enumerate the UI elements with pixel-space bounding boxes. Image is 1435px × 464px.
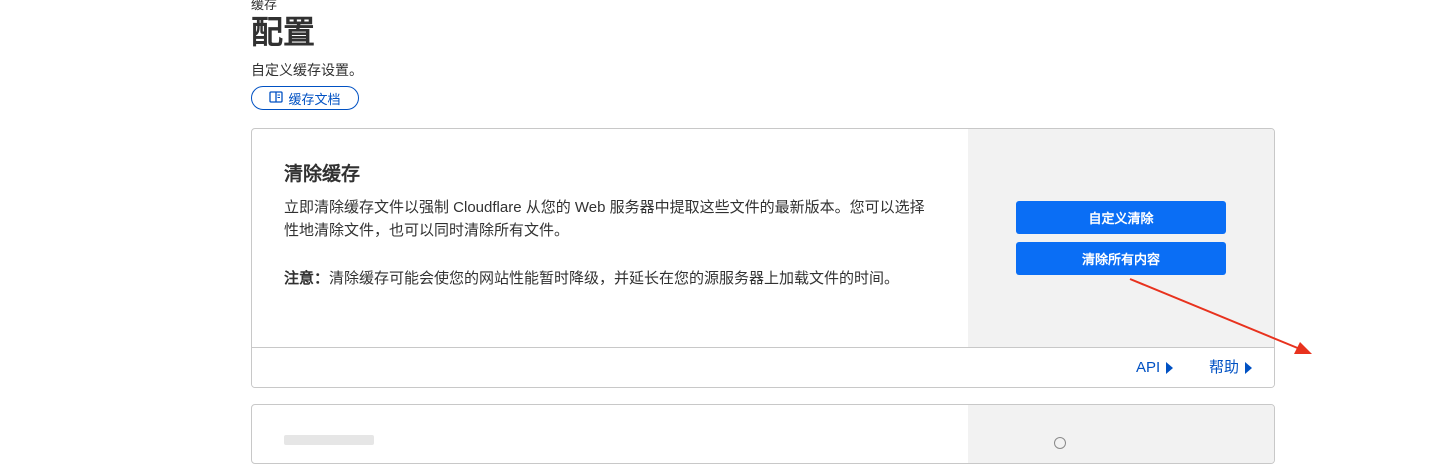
next-settings-card	[251, 404, 1275, 464]
purge-card-footer: API 帮助	[252, 347, 1274, 387]
help-link-label: 帮助	[1209, 359, 1240, 376]
help-link[interactable]: 帮助	[1209, 358, 1253, 378]
custom-purge-button[interactable]: 自定义清除	[1016, 201, 1226, 234]
note-label: 注意：	[284, 270, 330, 287]
purge-everything-button[interactable]: 清除所有内容	[1016, 242, 1226, 275]
next-card-title-cutoff	[284, 435, 374, 445]
caret-right-icon	[1166, 362, 1174, 374]
book-icon	[269, 90, 284, 106]
purge-cache-description: 立即清除缓存文件以强制 Cloudflare 从您的 Web 服务器中提取这些文…	[284, 199, 925, 239]
note-text: 清除缓存可能会使您的网站性能暂时降级，并延长在您的源服务器上加载文件的时间。	[329, 270, 900, 287]
cache-docs-button[interactable]: 缓存文档	[251, 86, 359, 110]
purge-cache-note: 注意：清除缓存可能会使您的网站性能暂时降级，并延长在您的源服务器上加载文件的时间…	[284, 267, 934, 290]
purge-cache-card: 清除缓存 立即清除缓存文件以强制 Cloudflare 从您的 Web 服务器中…	[251, 128, 1275, 388]
purge-cache-title: 清除缓存	[284, 164, 361, 185]
page-subtitle: 自定义缓存设置。	[251, 62, 363, 78]
purge-actions-panel: 自定义清除 清除所有内容	[968, 129, 1274, 347]
cache-docs-label: 缓存文档	[288, 91, 341, 107]
api-link[interactable]: API	[1136, 358, 1174, 378]
caret-right-icon	[1245, 362, 1253, 374]
purge-cache-body: 清除缓存 立即清除缓存文件以强制 Cloudflare 从您的 Web 服务器中…	[252, 129, 969, 347]
next-card-side-panel	[968, 405, 1274, 463]
info-icon	[1054, 437, 1066, 449]
page-title: 配置	[251, 14, 316, 50]
api-link-label: API	[1136, 359, 1161, 376]
next-card-body	[252, 405, 969, 463]
